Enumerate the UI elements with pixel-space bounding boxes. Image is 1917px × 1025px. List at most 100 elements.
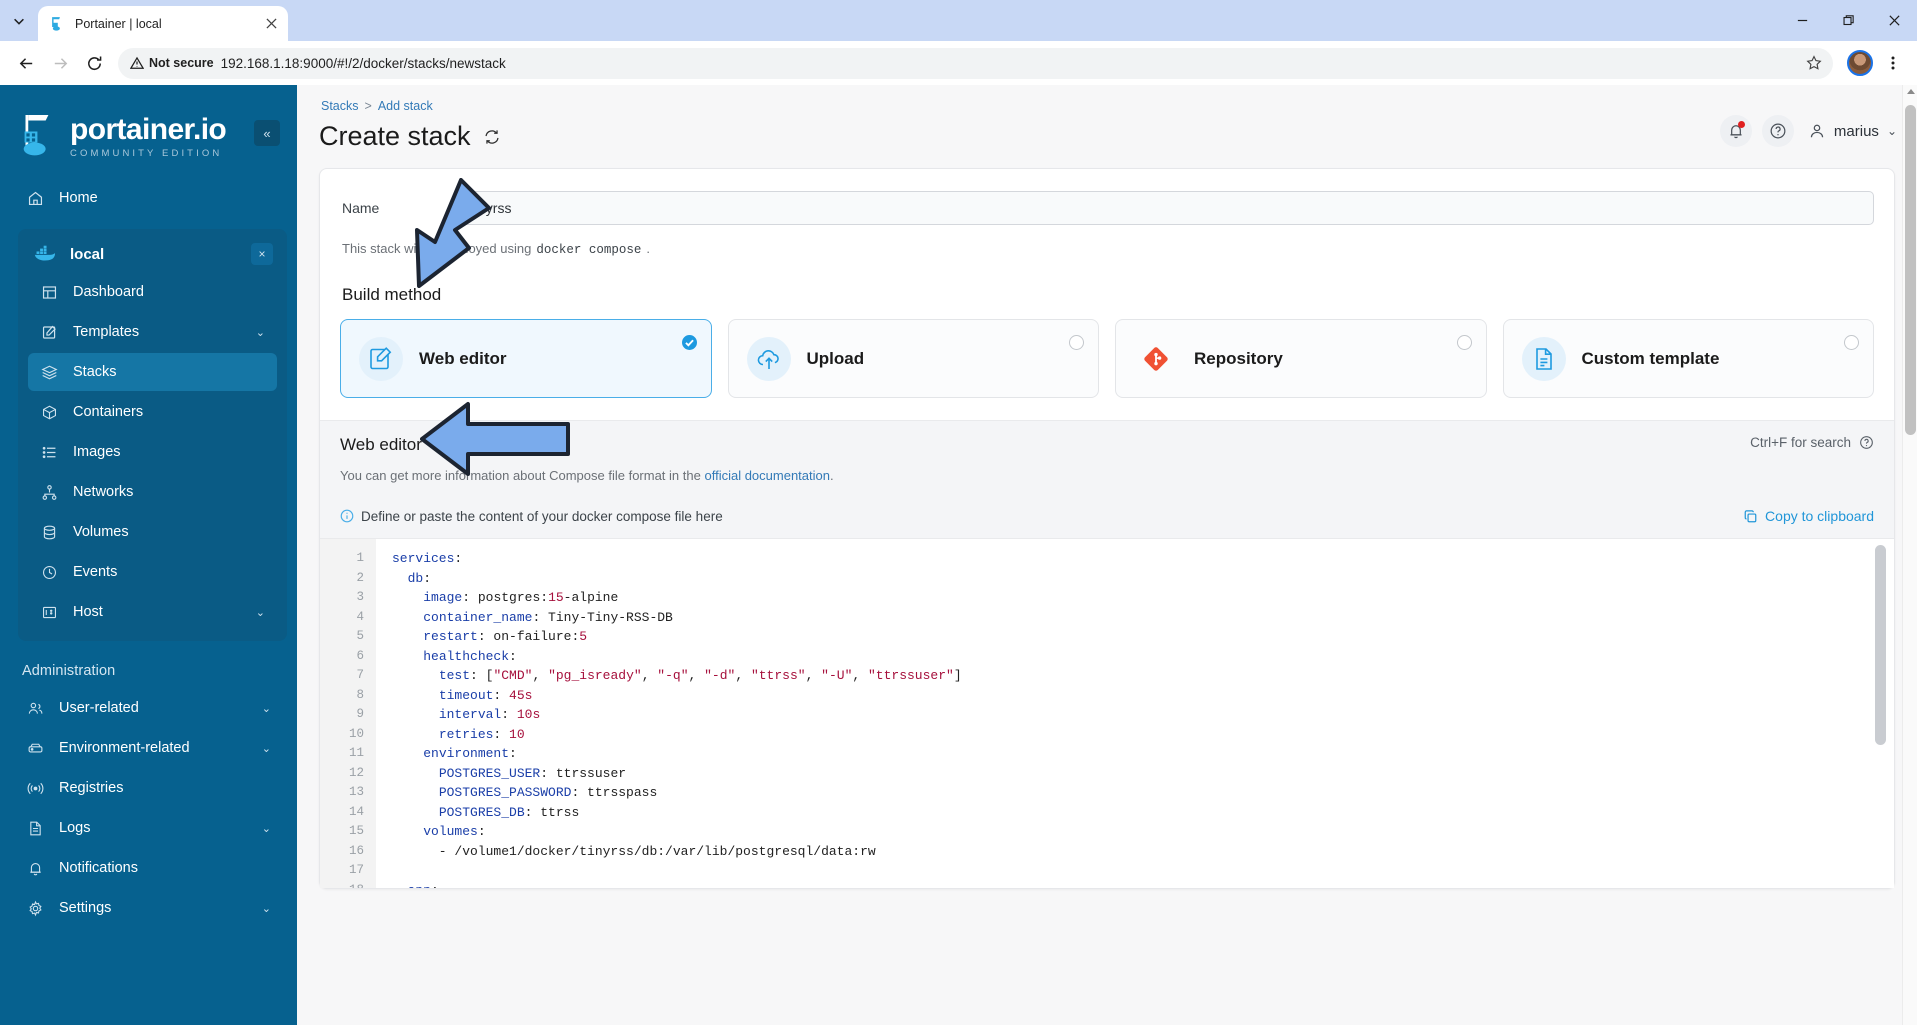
- browser-tab[interactable]: Portainer | local: [38, 6, 288, 41]
- window-close-icon[interactable]: [1871, 0, 1917, 41]
- brand: portainer.io COMMUNITY EDITION «: [0, 95, 297, 165]
- main-content: Stacks > Add stack Create stack marius ⌄…: [297, 85, 1917, 1025]
- users-icon: [26, 699, 45, 718]
- tab-search-chevron-icon[interactable]: [6, 8, 32, 34]
- chevron-down-icon[interactable]: ⌄: [262, 902, 271, 915]
- git-repository-icon: [1134, 337, 1178, 381]
- sidebar-item-dashboard[interactable]: Dashboard: [28, 273, 277, 311]
- restore-icon[interactable]: [1825, 0, 1871, 41]
- code-editor[interactable]: 1234567891011121314151617181920 services…: [320, 538, 1894, 888]
- forward-icon[interactable]: [44, 47, 76, 79]
- sidebar: portainer.io COMMUNITY EDITION « Home lo…: [0, 85, 297, 1025]
- sidebar-item-stacks[interactable]: Stacks: [28, 353, 277, 391]
- notification-badge-dot: [1737, 121, 1745, 128]
- chevron-down-icon[interactable]: ⌄: [256, 326, 265, 339]
- tab-search-area: [0, 0, 38, 41]
- sidebar-environment-group: local × Dashboard Templates ⌄ Stacks Con…: [18, 229, 287, 641]
- chevron-down-icon[interactable]: ⌄: [262, 702, 271, 715]
- code-editor-scroll-thumb[interactable]: [1875, 545, 1886, 745]
- help-circle-icon[interactable]: [1859, 435, 1874, 450]
- scroll-up-arrow-icon[interactable]: [1907, 89, 1915, 94]
- page-scroll-thumb[interactable]: [1905, 105, 1916, 435]
- profile-avatar[interactable]: [1847, 50, 1873, 76]
- build-method-repository-radio[interactable]: [1456, 335, 1472, 350]
- chevron-down-icon[interactable]: ⌄: [262, 822, 271, 835]
- build-method-web-editor-radio[interactable]: [681, 335, 697, 350]
- code-line: healthcheck:: [423, 648, 517, 664]
- deploy-note: This stack will be deployed using docker…: [340, 241, 1874, 257]
- code-line: POSTGRES_PASSWORD: ttrsspass: [438, 785, 658, 800]
- line-number: 5: [356, 629, 364, 643]
- sidebar-item-registries[interactable]: Registries: [14, 769, 283, 807]
- sidebar-item-notifications[interactable]: Notifications: [14, 849, 283, 887]
- build-method-custom-template-radio[interactable]: [1844, 335, 1859, 350]
- sidebar-item-networks[interactable]: Networks: [28, 473, 277, 511]
- name-label: Name: [342, 200, 380, 216]
- build-method-custom-template[interactable]: Custom template: [1502, 319, 1874, 398]
- back-icon[interactable]: [10, 47, 42, 79]
- line-number: 6: [356, 648, 364, 663]
- stack-name-input[interactable]: [460, 191, 1874, 225]
- browser-menu-icon[interactable]: [1879, 49, 1907, 77]
- sidebar-item-containers[interactable]: Containers: [28, 393, 277, 431]
- collapse-sidebar-button[interactable]: «: [254, 120, 280, 146]
- sidebar-environment-items: Dashboard Templates ⌄ Stacks Containers …: [22, 273, 283, 631]
- sidebar-environment-header[interactable]: local ×: [22, 235, 283, 273]
- web-editor-description-prefix: You can get more information about Compo…: [340, 468, 701, 483]
- code-line: image: postgres:15-alpine: [423, 590, 619, 605]
- code-lines[interactable]: services: db: image: postgres:15-alpine …: [376, 539, 1894, 888]
- copy-to-clipboard-button[interactable]: Copy to clipboard: [1743, 508, 1874, 524]
- build-method-repository[interactable]: Repository: [1115, 319, 1487, 398]
- sidebar-nav-top: Home: [0, 165, 297, 217]
- code-line: retries: 10: [438, 726, 525, 742]
- chevron-down-icon[interactable]: ⌄: [262, 742, 271, 755]
- sidebar-item-registries-label: Registries: [59, 780, 124, 796]
- sidebar-item-environment-related[interactable]: Environment-related ⌄: [14, 729, 283, 767]
- build-method-upload-label: Upload: [806, 348, 865, 368]
- refresh-icon[interactable]: [483, 128, 501, 146]
- not-secure-indicator[interactable]: Not secure: [130, 56, 214, 70]
- sidebar-item-images[interactable]: Images: [28, 433, 277, 471]
- user-name: marius: [1833, 122, 1879, 140]
- sidebar-item-volumes[interactable]: Volumes: [28, 513, 277, 551]
- build-method-upload-radio[interactable]: [1069, 335, 1084, 350]
- page-scrollbar[interactable]: [1902, 85, 1917, 1025]
- home-icon: [26, 189, 45, 208]
- reload-icon[interactable]: [78, 47, 110, 79]
- code-editor-scrollbar[interactable]: [1875, 539, 1890, 888]
- sidebar-item-events[interactable]: Events: [28, 553, 277, 591]
- breadcrumb-stacks-link[interactable]: Stacks: [321, 99, 359, 113]
- minimize-icon[interactable]: [1779, 0, 1825, 41]
- official-documentation-link[interactable]: official documentation: [704, 468, 830, 483]
- bell-icon: [26, 859, 45, 878]
- code-line: restart: on-failure:5: [423, 629, 588, 644]
- sidebar-environment-name: local: [70, 245, 105, 263]
- build-method-upload[interactable]: Upload: [727, 319, 1099, 398]
- sidebar-item-settings[interactable]: Settings ⌄: [14, 889, 283, 927]
- sidebar-item-user-related[interactable]: User-related ⌄: [14, 689, 283, 727]
- web-editor-icon: [359, 336, 403, 381]
- code-line: container_name: Tiny-Tiny-RSS-DB: [423, 609, 673, 625]
- sidebar-item-dashboard-label: Dashboard: [73, 284, 144, 300]
- code-gutter: 1234567891011121314151617181920: [320, 539, 376, 888]
- bookmark-star-icon[interactable]: [1801, 50, 1827, 76]
- sidebar-item-home[interactable]: Home: [14, 179, 283, 217]
- sidebar-item-templates[interactable]: Templates ⌄: [28, 313, 277, 351]
- close-icon[interactable]: [262, 15, 280, 33]
- sidebar-item-host[interactable]: Host ⌄: [28, 593, 277, 631]
- scroll-up-arrow-icon[interactable]: [1875, 538, 1885, 539]
- code-line: interval: 10s: [438, 707, 541, 722]
- chevron-down-icon[interactable]: ⌄: [256, 606, 265, 619]
- user-menu[interactable]: marius ⌄: [1808, 122, 1897, 140]
- close-icon[interactable]: ×: [251, 243, 273, 265]
- sidebar-item-logs[interactable]: Logs ⌄: [14, 809, 283, 847]
- build-method-web-editor[interactable]: Web editor: [340, 319, 712, 398]
- paste-hint-label: Define or paste the content of your dock…: [361, 508, 723, 524]
- address-bar[interactable]: Not secure 192.168.1.18:9000/#!/2/docker…: [118, 47, 1833, 79]
- notifications-button[interactable]: [1719, 115, 1752, 147]
- help-circle-icon: [1770, 123, 1786, 139]
- help-button[interactable]: [1761, 115, 1794, 147]
- build-method-web-editor-label: Web editor: [419, 348, 507, 368]
- chevron-down-icon[interactable]: ⌄: [1887, 124, 1897, 138]
